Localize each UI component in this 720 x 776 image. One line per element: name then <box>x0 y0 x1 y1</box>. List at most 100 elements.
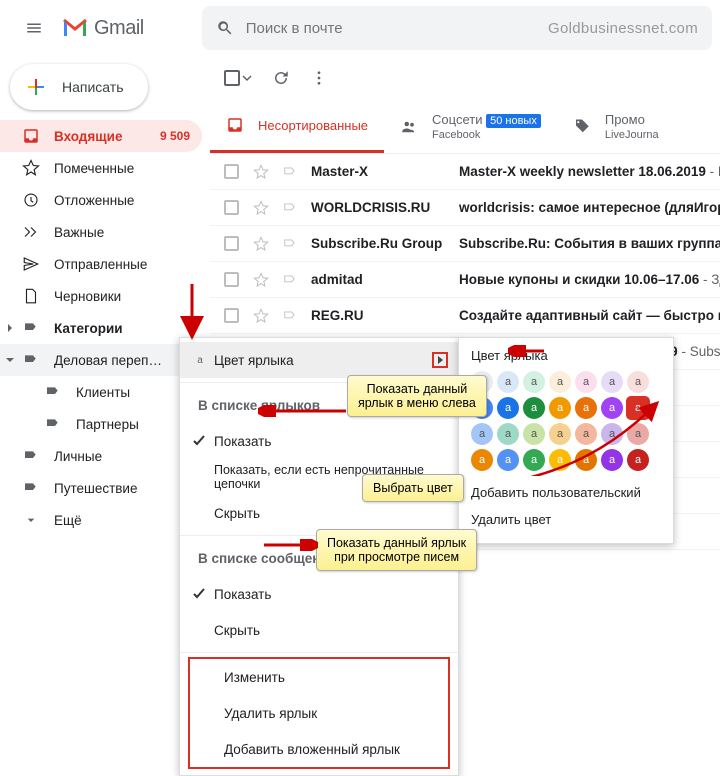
chevrons-icon <box>22 223 40 241</box>
color-swatch[interactable]: a <box>497 423 519 445</box>
color-swatch[interactable]: a <box>549 397 571 419</box>
remove-color[interactable]: Удалить цвет <box>471 506 661 533</box>
label-icon <box>44 416 62 432</box>
refresh-button[interactable] <box>272 69 290 87</box>
sidebar-item-label: Черновики <box>54 289 190 304</box>
sidebar-item-клиенты[interactable]: Клиенты <box>0 376 202 408</box>
compose-button[interactable]: Написать <box>10 64 148 110</box>
sidebar-item-входящие[interactable]: Входящие9 509 <box>0 120 202 152</box>
color-swatch[interactable]: a <box>627 423 649 445</box>
star-icon <box>22 159 40 177</box>
color-swatch[interactable]: a <box>497 449 519 471</box>
sidebar-item-путешествие[interactable]: Путешествие <box>0 472 202 504</box>
check-icon <box>192 587 206 601</box>
menu-item-remove-label[interactable]: Удалить ярлык <box>190 695 448 731</box>
menu-item-add-nested[interactable]: Добавить вложенный ярлык <box>190 731 448 767</box>
color-swatch[interactable]: a <box>575 397 597 419</box>
sidebar-item-черновики[interactable]: Черновики <box>0 280 202 312</box>
label-icon[interactable] <box>283 237 297 251</box>
color-grid: aaaaaaaaaaaaaaaaaaaaaaaaaaaa <box>471 371 661 471</box>
color-swatch[interactable]: a <box>471 449 493 471</box>
mail-checkbox[interactable] <box>224 272 239 287</box>
app-logo[interactable]: Gmail <box>62 17 144 40</box>
tab-promo[interactable]: Промо LiveJourna <box>557 100 675 153</box>
select-all-checkbox[interactable] <box>224 70 252 86</box>
color-swatch[interactable]: a <box>523 397 545 419</box>
people-icon <box>400 118 418 136</box>
sidebar-item-ещё[interactable]: Ещё <box>0 504 202 536</box>
color-swatch[interactable]: a <box>601 449 623 471</box>
star-icon[interactable] <box>253 308 269 324</box>
menu-item-show-msg[interactable]: Показать <box>180 576 458 612</box>
color-swatch[interactable]: a <box>523 371 545 393</box>
sidebar-item-партнеры[interactable]: Партнеры <box>0 408 202 440</box>
color-swatch[interactable]: a <box>497 397 519 419</box>
tab-primary[interactable]: Несортированные <box>210 100 384 153</box>
menu-toggle-button[interactable] <box>14 8 54 48</box>
tab-label: Соцсети <box>432 112 482 127</box>
mail-subject: Master-X weekly newsletter 18.06.2019 - … <box>459 164 720 179</box>
sidebar-item-count: 9 509 <box>160 129 190 143</box>
mail-toolbar <box>210 56 720 100</box>
color-swatch[interactable]: a <box>549 449 571 471</box>
color-swatch[interactable]: a <box>549 423 571 445</box>
mail-checkbox[interactable] <box>224 200 239 215</box>
tab-social[interactable]: Соцсети 50 новых Facebook <box>384 100 557 153</box>
color-swatch[interactable]: a <box>601 397 623 419</box>
color-swatch[interactable]: a <box>627 371 649 393</box>
sidebar-item-важные[interactable]: Важные <box>0 216 202 248</box>
menu-item-edit[interactable]: Изменить <box>190 659 448 695</box>
inbox-icon <box>22 127 40 145</box>
star-icon[interactable] <box>253 164 269 180</box>
color-swatch-icon: a <box>192 352 208 368</box>
color-swatch[interactable]: a <box>471 423 493 445</box>
mail-row[interactable]: WORLDCRISIS.RUworldcrisis: самое интерес… <box>210 190 720 226</box>
color-swatch[interactable]: a <box>627 397 649 419</box>
color-swatch[interactable]: a <box>497 371 519 393</box>
sidebar-item-помеченные[interactable]: Помеченные <box>0 152 202 184</box>
sidebar-item-деловая-переписка[interactable]: Деловая переписка <box>0 344 202 376</box>
mail-checkbox[interactable] <box>224 236 239 251</box>
color-swatch[interactable]: a <box>575 371 597 393</box>
sidebar-item-отложенные[interactable]: Отложенные <box>0 184 202 216</box>
sidebar-item-отправленные[interactable]: Отправленные <box>0 248 202 280</box>
chevron-down-icon <box>4 354 16 366</box>
mail-row[interactable]: Subscribe.Ru GroupSubscribe.Ru: События … <box>210 226 720 262</box>
mail-row[interactable]: Master-XMaster-X weekly newsletter 18.06… <box>210 154 720 190</box>
star-icon[interactable] <box>253 236 269 252</box>
more-button[interactable] <box>310 69 328 87</box>
color-swatch[interactable]: a <box>549 371 571 393</box>
mail-row[interactable]: REG.RUСоздайте адаптивный сайт — быстро … <box>210 298 720 334</box>
sidebar-item-личные[interactable]: Личные <box>0 440 202 472</box>
star-icon[interactable] <box>253 272 269 288</box>
label-icon[interactable] <box>283 273 297 287</box>
sidebar-item-категории[interactable]: Категории <box>0 312 202 344</box>
search-bar[interactable]: Goldbusinessnet.com <box>202 6 712 50</box>
menu-item-color[interactable]: a Цвет ярлыка <box>180 342 458 378</box>
color-swatch[interactable]: a <box>523 449 545 471</box>
tab-label: Несортированные <box>258 118 368 133</box>
add-custom-color[interactable]: Добавить пользовательский <box>471 479 661 506</box>
search-input[interactable] <box>246 20 386 37</box>
label-icon[interactable] <box>283 165 297 179</box>
menu-item-hide-msg[interactable]: Скрыть <box>180 612 458 648</box>
chevron-down-icon <box>242 73 252 83</box>
label-icon <box>44 384 62 400</box>
menu-item-show[interactable]: Показать <box>180 423 458 459</box>
mail-checkbox[interactable] <box>224 308 239 323</box>
label-icon[interactable] <box>283 201 297 215</box>
color-swatch[interactable]: a <box>575 449 597 471</box>
submenu-arrow-icon <box>432 352 448 368</box>
color-swatch[interactable]: a <box>523 423 545 445</box>
color-swatch[interactable]: a <box>601 371 623 393</box>
mail-row[interactable]: admitadНовые купоны и скидки 10.06–17.06… <box>210 262 720 298</box>
color-swatch[interactable]: a <box>601 423 623 445</box>
star-icon[interactable] <box>253 200 269 216</box>
mail-checkbox[interactable] <box>224 164 239 179</box>
submenu-title: Цвет ярлыка <box>471 348 661 363</box>
label-icon[interactable] <box>283 309 297 323</box>
watermark: Goldbusinessnet.com <box>548 20 698 37</box>
color-swatch[interactable]: a <box>575 423 597 445</box>
color-swatch[interactable]: a <box>627 449 649 471</box>
mail-subject: Создайте адаптивный сайт — быстро и бес <box>459 308 720 323</box>
